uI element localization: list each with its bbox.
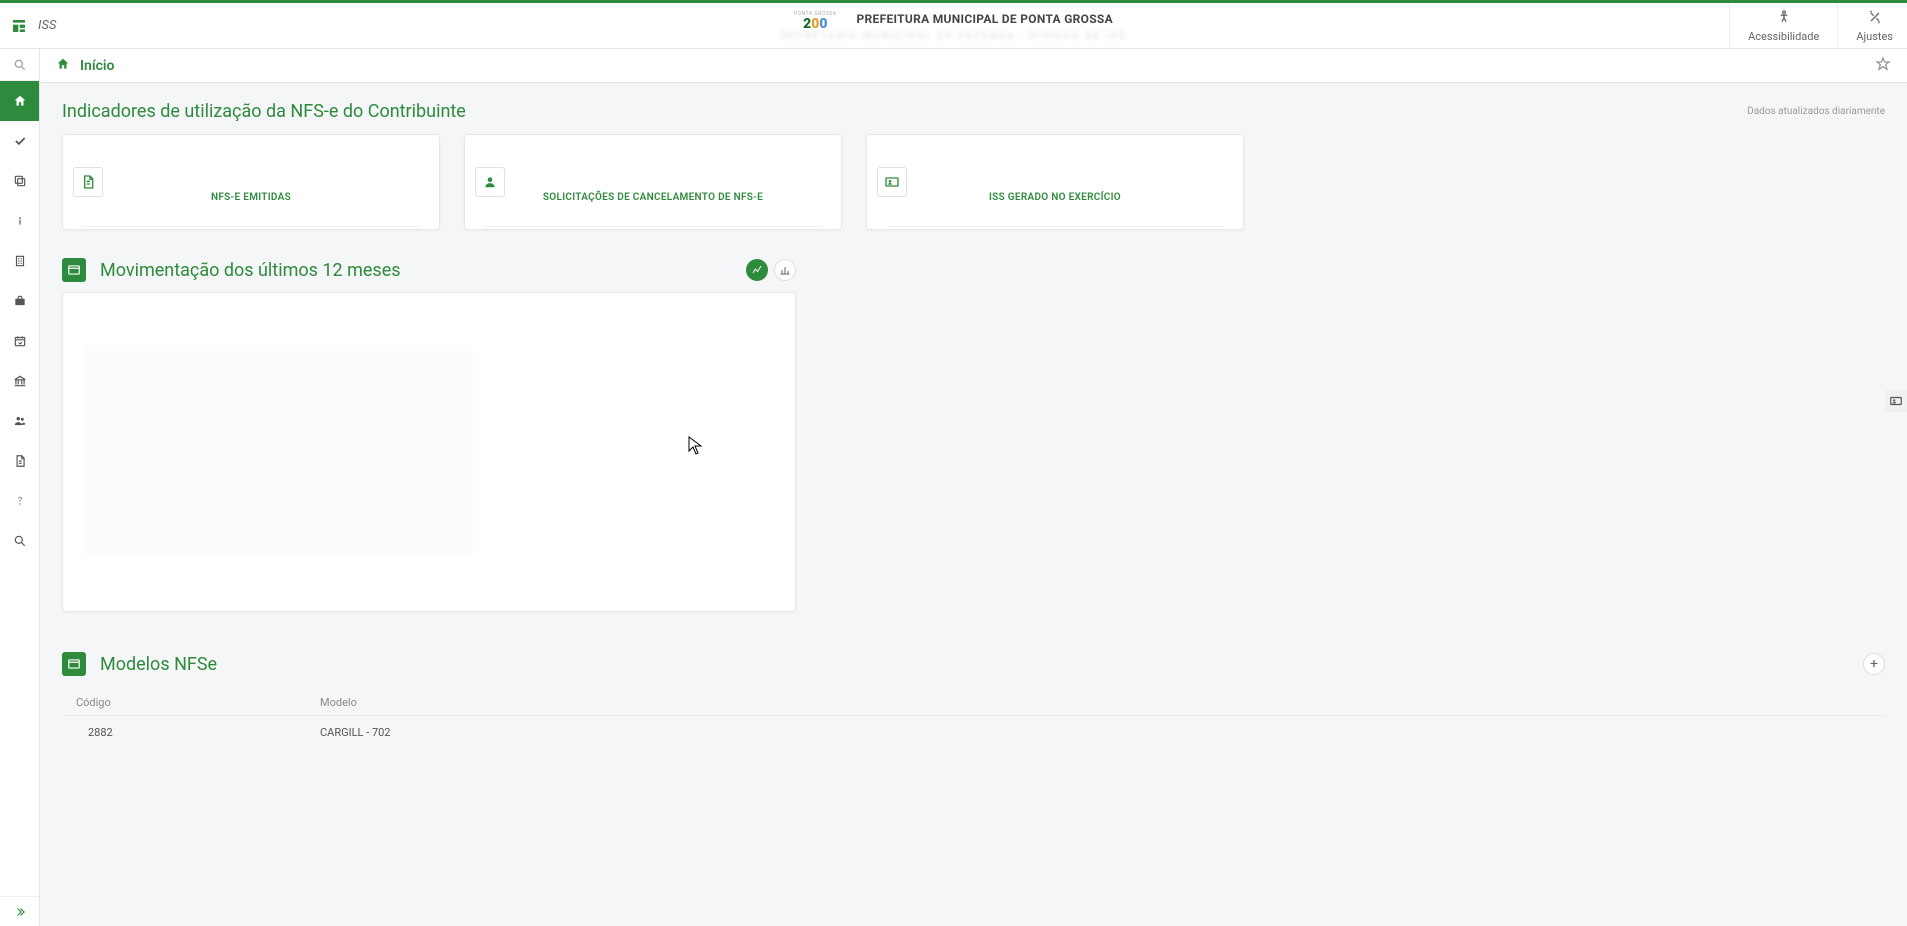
id-card-icon (1889, 394, 1903, 408)
settings-label: Ajustes (1856, 30, 1893, 43)
question-icon (13, 494, 27, 508)
chart-placeholder (83, 345, 473, 555)
check-icon (13, 134, 27, 148)
settings-button[interactable]: Ajustes (1837, 3, 1893, 48)
models-title: Modelos NFSe (100, 654, 217, 675)
models-table: Código Modelo 2882 CARGILL - 702 (62, 690, 1885, 749)
main-content: Início Indicadores de utilização da NFS-… (40, 49, 1907, 926)
col-header-modelo: Modelo (312, 696, 1885, 709)
card-cancelamento[interactable]: SOLICITAÇÕES DE CANCELAMENTO DE NFS-E (464, 134, 842, 230)
favorite-button[interactable] (1875, 56, 1891, 76)
sidebar-item-check[interactable] (0, 121, 39, 161)
users-icon (13, 414, 27, 428)
card-nfse-emitidas[interactable]: NFS-E EMITIDAS (62, 134, 440, 230)
chart-line-icon (751, 264, 763, 276)
sidebar-item-copy[interactable] (0, 161, 39, 201)
cell-modelo: CARGILL - 702 (312, 726, 1885, 739)
chevron-right-icon (13, 905, 27, 919)
sidebar-item-briefcase[interactable] (0, 281, 39, 321)
file-icon (13, 454, 27, 468)
sidebar-item-bank[interactable] (0, 361, 39, 401)
plus-icon: + (1870, 656, 1878, 672)
indicators-title: Indicadores de utilização da NFS-e do Co… (62, 101, 466, 122)
card-label: NFS-E EMITIDAS (211, 192, 291, 203)
table-row[interactable]: 2882 CARGILL - 702 (62, 716, 1885, 749)
home-icon (56, 57, 70, 75)
movement-title: Movimentação dos últimos 12 meses (100, 260, 401, 281)
right-panel-toggle[interactable] (1885, 390, 1907, 412)
info-icon (13, 214, 27, 228)
col-header-codigo: Código (62, 696, 312, 709)
sidebar-item-info[interactable] (0, 201, 39, 241)
header-center: PONTA GROSSA 200 PREFEITURA MUNICIPAL DE… (780, 10, 1126, 42)
id-card-icon (877, 167, 907, 197)
breadcrumb-bar: Início (40, 49, 1907, 83)
sidebar-item-help[interactable] (0, 481, 39, 521)
sidebar-item-search-bottom[interactable] (0, 521, 39, 561)
card-label: SOLICITAÇÕES DE CANCELAMENTO DE NFS-E (543, 192, 763, 203)
calendar-icon (13, 334, 27, 348)
add-model-button[interactable]: + (1863, 653, 1885, 675)
indicators-aside: Dados atualizados diariamente (1747, 106, 1885, 117)
sidebar-item-calendar[interactable] (0, 321, 39, 361)
app-name: ISS (38, 18, 56, 33)
chart-bar-button[interactable] (774, 259, 796, 281)
sidebar (0, 49, 40, 926)
search-icon (13, 534, 27, 548)
building-icon (13, 254, 27, 268)
star-icon (1875, 56, 1891, 72)
indicator-cards-row: NFS-E EMITIDAS SOLICITAÇÕES DE CANCELAME… (62, 134, 1885, 230)
sidebar-search-button[interactable] (0, 49, 39, 81)
app-logo-icon (10, 17, 28, 35)
accessibility-button[interactable]: Acessibilidade (1729, 3, 1819, 48)
municipality-subtitle: SECRETARIA MUNICIPAL DA FAZENDA - DIVISA… (780, 31, 1126, 42)
sidebar-expand-button[interactable] (0, 896, 39, 926)
search-icon (13, 58, 27, 72)
file-lines-icon (73, 167, 103, 197)
chart-bar-icon (779, 264, 791, 276)
user-icon (475, 167, 505, 197)
sidebar-item-home[interactable] (0, 81, 39, 121)
sidebar-item-users[interactable] (0, 401, 39, 441)
copy-icon (13, 174, 27, 188)
sidebar-item-file[interactable] (0, 441, 39, 481)
home-icon (13, 94, 27, 108)
city-logo: PONTA GROSSA 200 (794, 12, 837, 31)
accessibility-label: Acessibilidade (1748, 30, 1819, 43)
chart-line-button[interactable] (746, 259, 768, 281)
tools-icon (1867, 9, 1883, 30)
app-header: ISS PONTA GROSSA 200 PREFEITURA MUNICIPA… (0, 3, 1907, 49)
cell-codigo: 2882 (62, 726, 312, 739)
card-label: ISS GERADO NO EXERCÍCIO (989, 192, 1121, 203)
breadcrumb-label: Início (80, 58, 114, 74)
card-iss-gerado[interactable]: ISS GERADO NO EXERCÍCIO (866, 134, 1244, 230)
briefcase-icon (13, 294, 27, 308)
movement-chart (62, 292, 796, 612)
accessibility-icon (1776, 9, 1792, 30)
municipality-title: PREFEITURA MUNICIPAL DE PONTA GROSSA (857, 12, 1113, 26)
sidebar-item-building[interactable] (0, 241, 39, 281)
panel-icon (62, 258, 86, 282)
panel-icon (62, 652, 86, 676)
bank-icon (13, 374, 27, 388)
